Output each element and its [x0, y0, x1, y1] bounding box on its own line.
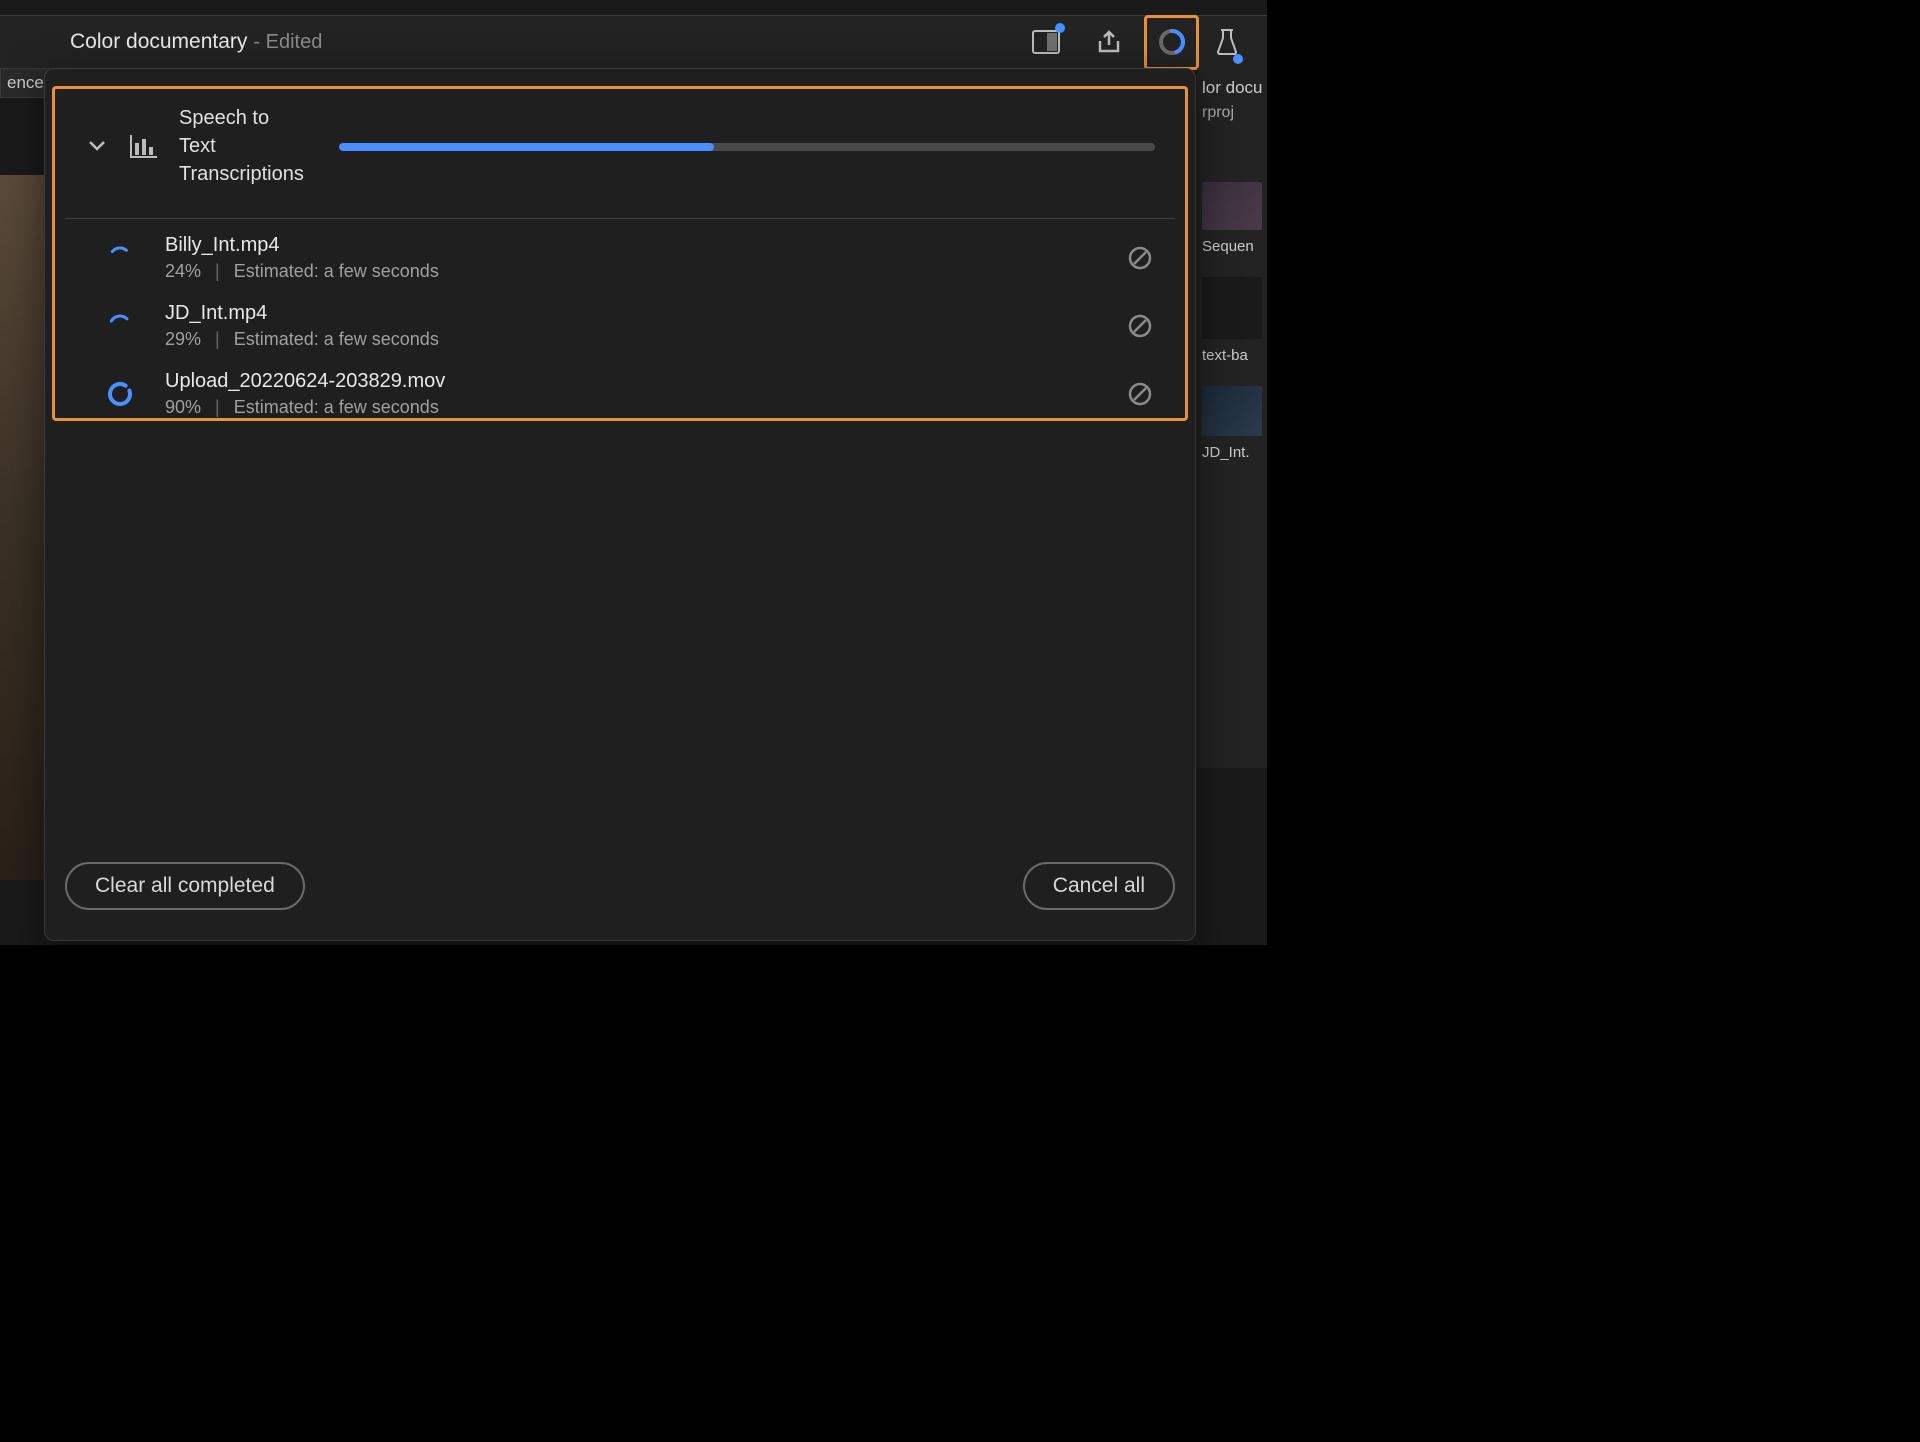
- thumbnail-label: Sequen: [1197, 238, 1267, 267]
- overall-progress-fill: [339, 143, 714, 151]
- cancel-task-button[interactable]: [1125, 243, 1155, 273]
- cancel-all-button[interactable]: Cancel all: [1023, 862, 1175, 910]
- background-tab[interactable]: ence 0: [0, 68, 50, 98]
- top-bar: Color documentary - Edited: [0, 15, 1267, 68]
- task-filename: JD_Int.mp4: [165, 302, 1095, 325]
- thumbnail-label: JD_Int.: [1197, 444, 1267, 473]
- task-item: JD_Int.mp4 29% | Estimated: a few second…: [105, 292, 1155, 360]
- cancel-icon: [1128, 382, 1152, 406]
- progress-ring-icon: [1157, 27, 1187, 57]
- task-eta: Estimated: a few seconds: [234, 261, 439, 282]
- thumbnail[interactable]: [1202, 182, 1262, 230]
- task-spinner: [105, 311, 135, 341]
- notification-dot-icon: [1233, 54, 1243, 64]
- right-tab[interactable]: lor docu: [1197, 68, 1267, 102]
- task-eta: Estimated: a few seconds: [234, 329, 439, 350]
- task-percent: 29%: [165, 329, 201, 350]
- beaker-icon: [1215, 28, 1239, 56]
- cancel-icon: [1128, 246, 1152, 270]
- cancel-task-button[interactable]: [1125, 311, 1155, 341]
- edited-label: - Edited: [253, 31, 322, 54]
- separator: |: [215, 397, 220, 418]
- thumbnail[interactable]: [1202, 386, 1262, 436]
- chevron-down-icon: [88, 140, 106, 152]
- share-icon: [1096, 29, 1122, 55]
- spinner-icon: [106, 244, 134, 272]
- spinner-icon: [106, 380, 134, 408]
- thumbnail-label: text-ba: [1197, 347, 1267, 376]
- right-sidebar: lor docu rproj Sequen text-ba JD_Int.: [1197, 68, 1267, 768]
- task-filename: Billy_Int.mp4: [165, 234, 1095, 257]
- task-status: 90% | Estimated: a few seconds: [165, 397, 1095, 418]
- task-filename: Upload_20220624-203829.mov: [165, 370, 1095, 393]
- workspace-icon-button[interactable]: [1018, 15, 1073, 70]
- task-eta: Estimated: a few seconds: [234, 397, 439, 418]
- cancel-task-button[interactable]: [1125, 379, 1155, 409]
- progress-panel: Speech to Text Transcriptions Billy_Int.…: [44, 68, 1196, 941]
- task-list: Billy_Int.mp4 24% | Estimated: a few sec…: [105, 224, 1155, 428]
- separator: |: [215, 261, 220, 282]
- title-area: Color documentary - Edited: [70, 30, 322, 54]
- task-percent: 24%: [165, 261, 201, 282]
- task-spinner: [105, 243, 135, 273]
- task-status: 24% | Estimated: a few seconds: [165, 261, 1095, 282]
- task-item: Upload_20220624-203829.mov 90% | Estimat…: [105, 360, 1155, 428]
- bar-chart-icon: [129, 133, 159, 159]
- notification-dot-icon: [1055, 23, 1065, 33]
- spinner-icon: [106, 312, 134, 340]
- task-item: Billy_Int.mp4 24% | Estimated: a few sec…: [105, 224, 1155, 292]
- transcription-group-icon: [129, 133, 159, 159]
- background-preview: [0, 175, 50, 880]
- clear-completed-button[interactable]: Clear all completed: [65, 862, 305, 910]
- progress-button[interactable]: [1144, 15, 1199, 70]
- panel-icon: [1032, 30, 1060, 54]
- right-sub: rproj: [1197, 102, 1267, 132]
- share-button[interactable]: [1081, 15, 1136, 70]
- overall-progress-bar: [339, 143, 1155, 151]
- labs-button[interactable]: [1207, 15, 1247, 70]
- cancel-icon: [1128, 314, 1152, 338]
- task-spinner: [105, 379, 135, 409]
- separator: |: [215, 329, 220, 350]
- collapse-toggle[interactable]: [85, 134, 109, 158]
- task-group-title: Speech to Text Transcriptions: [179, 104, 309, 188]
- project-title: Color documentary: [70, 30, 247, 54]
- task-group-header: Speech to Text Transcriptions: [65, 104, 1175, 219]
- thumbnail[interactable]: [1202, 277, 1262, 339]
- task-percent: 90%: [165, 397, 201, 418]
- task-status: 29% | Estimated: a few seconds: [165, 329, 1095, 350]
